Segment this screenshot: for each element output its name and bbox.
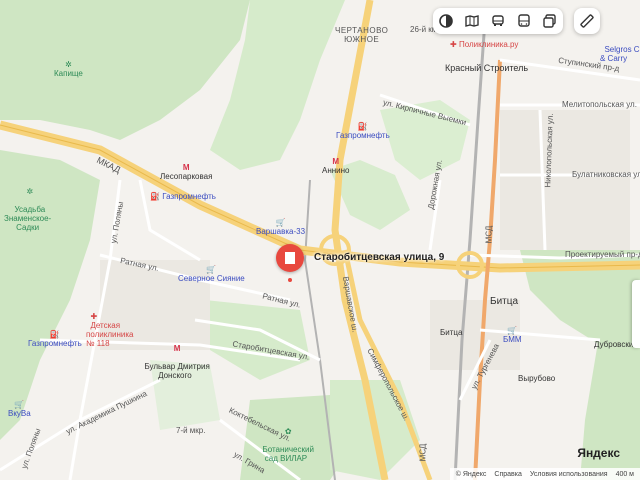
shop-icon: 🛒 <box>206 265 217 274</box>
metro-icon: М <box>173 344 181 353</box>
clinic-icon: ✚ <box>450 40 457 49</box>
metro-station[interactable]: Битца <box>440 328 462 337</box>
map-toolbar <box>433 8 563 34</box>
shop-icon: 🛒 <box>507 326 518 335</box>
poi-garden[interactable]: ✿ Ботанический сад ВИЛАР <box>258 418 314 463</box>
metro-station[interactable]: М Лесопарковая <box>160 163 212 181</box>
road-label: МСД <box>418 443 428 462</box>
poi-gas-station[interactable]: ⛽ Газпромнефть <box>28 330 82 348</box>
map-canvas[interactable] <box>0 0 640 480</box>
metro-icon: М <box>332 157 340 166</box>
place-label: 7-й мкр. <box>176 426 206 435</box>
car-icon[interactable] <box>485 8 511 34</box>
traffic-icon[interactable] <box>537 8 563 34</box>
brand-logo: Яндекс <box>577 446 620 460</box>
park-icon: ✲ <box>65 60 72 69</box>
poi-shop[interactable]: 🛒 БММ <box>503 326 522 344</box>
copyright-text: © Яндекс <box>455 470 487 478</box>
ruler-icon[interactable] <box>574 8 600 34</box>
terms-link[interactable]: Условия использования <box>530 471 608 478</box>
place-label: Вырубово <box>518 374 556 383</box>
metro-icon: М <box>182 163 190 172</box>
place-label: ✲ Капище <box>54 60 83 78</box>
poi-gas-station[interactable]: ⛽ Газпромнефть <box>336 122 390 140</box>
poi-shop[interactable]: 🛒 Северное Сияние <box>178 265 245 283</box>
road-label: МСД <box>484 225 494 244</box>
shop-icon: 🛒 <box>14 400 25 409</box>
transit-icon[interactable] <box>511 8 537 34</box>
metro-station[interactable]: М Бульвар Дмитрия Донского <box>140 335 209 380</box>
clinic-icon: ✚ <box>90 312 98 321</box>
metro-station[interactable]: Красный Строитель <box>445 64 528 73</box>
gas-station-icon: ⛽ <box>357 122 368 131</box>
scale-label: 400 м <box>615 470 634 478</box>
pin-icon <box>276 244 304 272</box>
location-pin[interactable] <box>276 244 304 282</box>
layers-icon[interactable] <box>433 8 459 34</box>
shop-icon: 🛒 <box>275 218 286 227</box>
poi-shop[interactable]: 🛒 Варшавка-33 <box>256 218 305 236</box>
pin-label: Старобитцевская улица, 9 <box>314 252 445 263</box>
poi-clinic[interactable]: ✚ Детская поликлиника № 118 <box>86 303 133 348</box>
poi-shop[interactable]: Selgros Cash & Carry <box>600 36 640 63</box>
gas-station-icon: ⛽ <box>150 192 160 201</box>
panorama-icon[interactable] <box>459 8 485 34</box>
gas-station-icon: ⛽ <box>49 330 60 339</box>
help-link[interactable]: Справка <box>494 471 521 478</box>
poi-shop[interactable]: 🛒 ВкуВа <box>8 400 31 418</box>
road-label: Булатниковская ул. <box>572 170 640 179</box>
poi-gas-station[interactable]: ⛽ Газпромнефть <box>150 192 216 201</box>
side-panel-handle[interactable] <box>632 280 640 348</box>
poi-clinic[interactable]: ✚ Поликлиника.ру <box>450 40 518 49</box>
place-label: Битца <box>490 296 519 307</box>
road-label: Проектируемый пр-д <box>565 250 640 259</box>
road-label: Мелитопольская ул. <box>562 100 637 109</box>
map-footer: © Яндекс Справка Условия использования 4… <box>449 468 640 480</box>
park-icon: ✲ <box>26 187 34 196</box>
metro-station[interactable]: М Аннино <box>322 157 350 175</box>
garden-icon: ✿ <box>284 427 292 436</box>
place-label: ✲ Усадьба Знаменское- Садки <box>4 187 52 232</box>
district-label: ЧЕРТАНОВО ЮЖНОЕ <box>335 26 389 44</box>
